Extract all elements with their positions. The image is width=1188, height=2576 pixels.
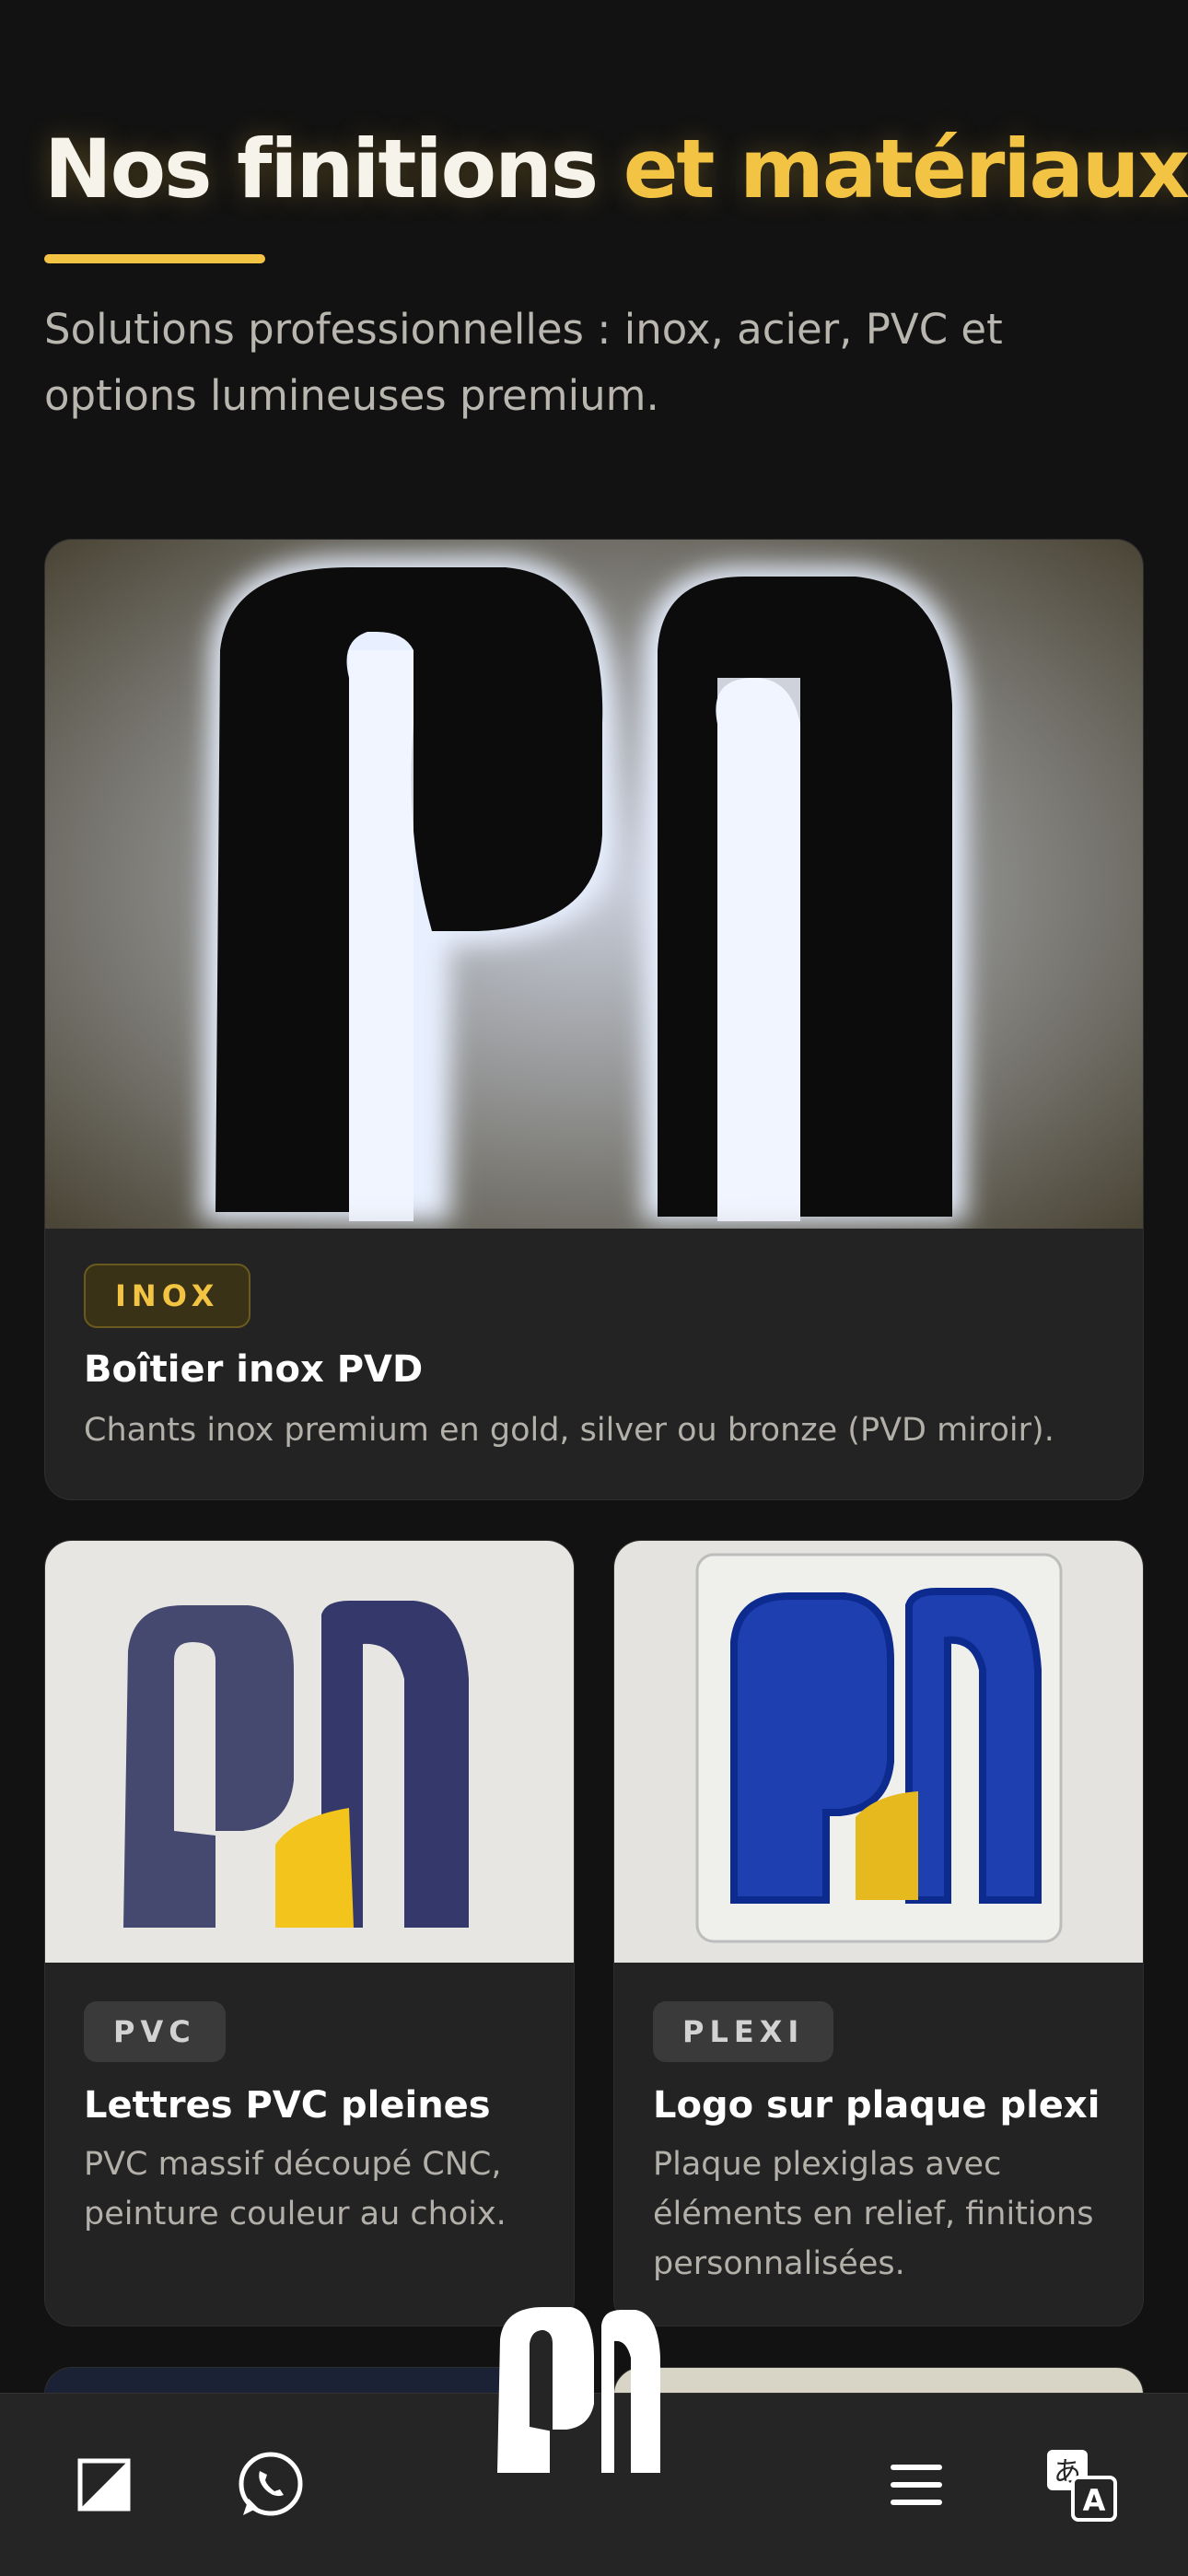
menu-icon	[891, 2465, 942, 2505]
language-button[interactable]: あ A	[1041, 2443, 1124, 2526]
badge-inox: INOX	[84, 1264, 251, 1328]
brand-logo-icon	[497, 2307, 660, 2473]
card-desc-inox: Chants inox premium en gold, silver ou b…	[84, 1412, 1054, 1449]
card-title-inox: Boîtier inox PVD	[84, 1348, 424, 1391]
card-plexi[interactable]: PLEXI Logo sur plaque plexi Plaque plexi…	[613, 1540, 1144, 2326]
card-pvc[interactable]: PVC Lettres PVC pleines PVC massif décou…	[44, 1540, 575, 2326]
card-inox[interactable]: INOX Boîtier inox PVD Chants inox premiu…	[44, 539, 1144, 1500]
theme-toggle-icon	[77, 2458, 131, 2512]
badge-plexi: PLEXI	[653, 2001, 834, 2062]
title-underline	[44, 254, 265, 263]
card-desc-pvc: PVC massif découpé CNC, peinture couleur…	[84, 2146, 507, 2232]
card-desc-plexi: Plaque plexiglas avec éléments en relief…	[653, 2146, 1094, 2282]
svg-text:A: A	[1083, 2483, 1106, 2518]
whatsapp-icon	[239, 2452, 303, 2516]
card-title-pvc: Lettres PVC pleines	[84, 2084, 491, 2127]
card-title-plexi: Logo sur plaque plexi	[653, 2084, 1101, 2127]
translate-icon: あ A	[1047, 2450, 1117, 2522]
title-main: Nos finitions	[44, 122, 599, 216]
title-accent: et matériaux	[623, 122, 1188, 216]
page-subtitle: Solutions professionnelles : inox, acier…	[44, 305, 1003, 420]
page-title: Nos finitions et matériaux	[44, 122, 1188, 216]
pvc-letters-image	[45, 1541, 574, 1963]
whatsapp-button[interactable]	[228, 2443, 311, 2526]
badge-pvc: PVC	[84, 2001, 226, 2062]
plexi-logo-image	[614, 1541, 1143, 1963]
menu-button[interactable]	[875, 2443, 958, 2526]
brand-logo-button[interactable]	[493, 2302, 663, 2477]
theme-toggle-button[interactable]	[63, 2443, 146, 2526]
inox-sign-image	[45, 540, 1143, 1229]
